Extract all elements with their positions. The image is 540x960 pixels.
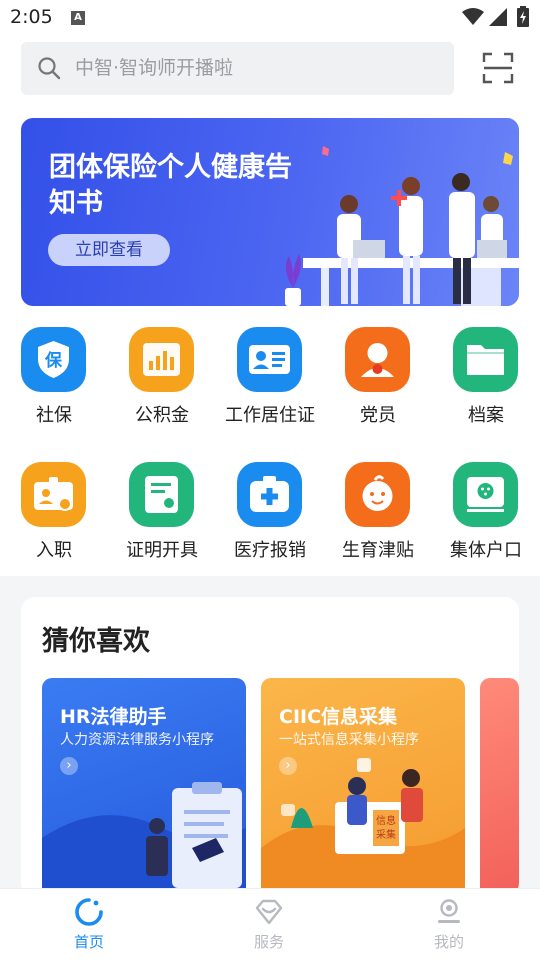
service-label: 证明开具 xyxy=(126,540,198,561)
medical-kit-icon xyxy=(237,462,302,527)
search-input[interactable]: 中智·智询师开播啦 xyxy=(75,42,233,95)
id-card-icon xyxy=(237,327,302,392)
status-bar: 2:05 A xyxy=(0,0,540,36)
shield-glyph: 保 xyxy=(44,350,63,371)
recommend-title: 猜你喜欢 xyxy=(42,626,150,657)
service-item-archive[interactable]: 档案 xyxy=(432,327,540,437)
chart-bars-icon xyxy=(129,327,194,392)
service-item-collective-household[interactable]: 集体户口 xyxy=(432,462,540,572)
service-label: 公积金 xyxy=(135,405,189,426)
search-bar[interactable]: 中智·智询师开播啦 xyxy=(21,42,454,95)
service-item-party-member[interactable]: 党员 xyxy=(324,327,432,437)
service-item-maternity-allowance[interactable]: 生育津贴 xyxy=(324,462,432,572)
service-item-onboarding[interactable]: 入职 xyxy=(0,462,108,572)
certificate-icon xyxy=(129,462,194,527)
search-icon xyxy=(38,57,61,80)
household-register-icon xyxy=(453,462,518,527)
card-subtitle: 人力资源法律服务小程序 xyxy=(60,732,214,748)
service-label: 社保 xyxy=(36,405,72,426)
status-time: 2:05 xyxy=(10,6,53,28)
banner-medical-team-illustration xyxy=(285,146,519,306)
party-member-icon xyxy=(345,327,410,392)
service-item-medical-reimbursement[interactable]: 医疗报销 xyxy=(216,462,324,572)
shield-bao-icon: 保 xyxy=(21,327,86,392)
profile-icon xyxy=(438,899,460,923)
service-label: 入职 xyxy=(36,540,72,561)
badge-onboard-icon xyxy=(21,462,86,527)
home-logo-icon xyxy=(75,898,103,926)
card-peek-next[interactable] xyxy=(480,678,519,897)
illus-text: 采集 xyxy=(376,828,396,841)
service-item-certificate[interactable]: 证明开具 xyxy=(108,462,216,572)
chevron-right-icon: › xyxy=(279,757,297,775)
service-label: 党员 xyxy=(360,405,396,426)
tab-label: 服务 xyxy=(253,933,284,951)
service-item-housing-fund[interactable]: 公积金 xyxy=(108,327,216,437)
card-hr-legal-assistant[interactable]: HR法律助手 人力资源法律服务小程序 › xyxy=(42,678,246,897)
signal-icon xyxy=(489,8,507,26)
service-label: 医疗报销 xyxy=(234,540,306,561)
tab-service[interactable]: 服务 xyxy=(209,889,329,960)
chevron-right-icon: › xyxy=(60,757,78,775)
illus-text: 信息 xyxy=(376,814,396,827)
service-label: 集体户口 xyxy=(450,540,522,561)
promo-banner[interactable]: 团体保险个人健康告知书 立即查看 xyxy=(21,118,519,306)
service-item-work-residence-permit[interactable]: 工作居住证 xyxy=(216,327,324,437)
recommend-section: 猜你喜欢 HR法律助手 人力资源法律服务小程序 › 信息 采集 CIIC信息采集… xyxy=(21,597,519,897)
card-title: HR法律助手 xyxy=(60,706,167,728)
baby-face-icon xyxy=(345,462,410,527)
tab-label: 我的 xyxy=(433,933,464,951)
tab-mine[interactable]: 我的 xyxy=(389,889,509,960)
service-label: 生育津贴 xyxy=(342,540,414,561)
service-item-social-security[interactable]: 保 社保 xyxy=(0,327,108,437)
card-title: CIIC信息采集 xyxy=(279,706,398,728)
banner-view-button[interactable]: 立即查看 xyxy=(48,234,170,266)
folder-icon xyxy=(453,327,518,392)
scan-icon[interactable] xyxy=(482,52,514,84)
card-subtitle: 一站式信息采集小程序 xyxy=(279,732,419,748)
tab-home[interactable]: 首页 xyxy=(29,889,149,960)
service-label: 工作居住证 xyxy=(225,405,315,426)
bottom-tab-bar: 首页 服务 我的 xyxy=(0,888,540,960)
tab-label: 首页 xyxy=(73,933,104,951)
battery-charging-icon xyxy=(517,6,529,27)
wifi-icon xyxy=(462,8,484,25)
service-label: 档案 xyxy=(468,405,504,426)
diamond-service-icon xyxy=(255,899,283,925)
notification-a-icon: A xyxy=(71,11,85,25)
card-ciic-info-collection[interactable]: 信息 采集 CIIC信息采集 一站式信息采集小程序 › xyxy=(261,678,465,897)
